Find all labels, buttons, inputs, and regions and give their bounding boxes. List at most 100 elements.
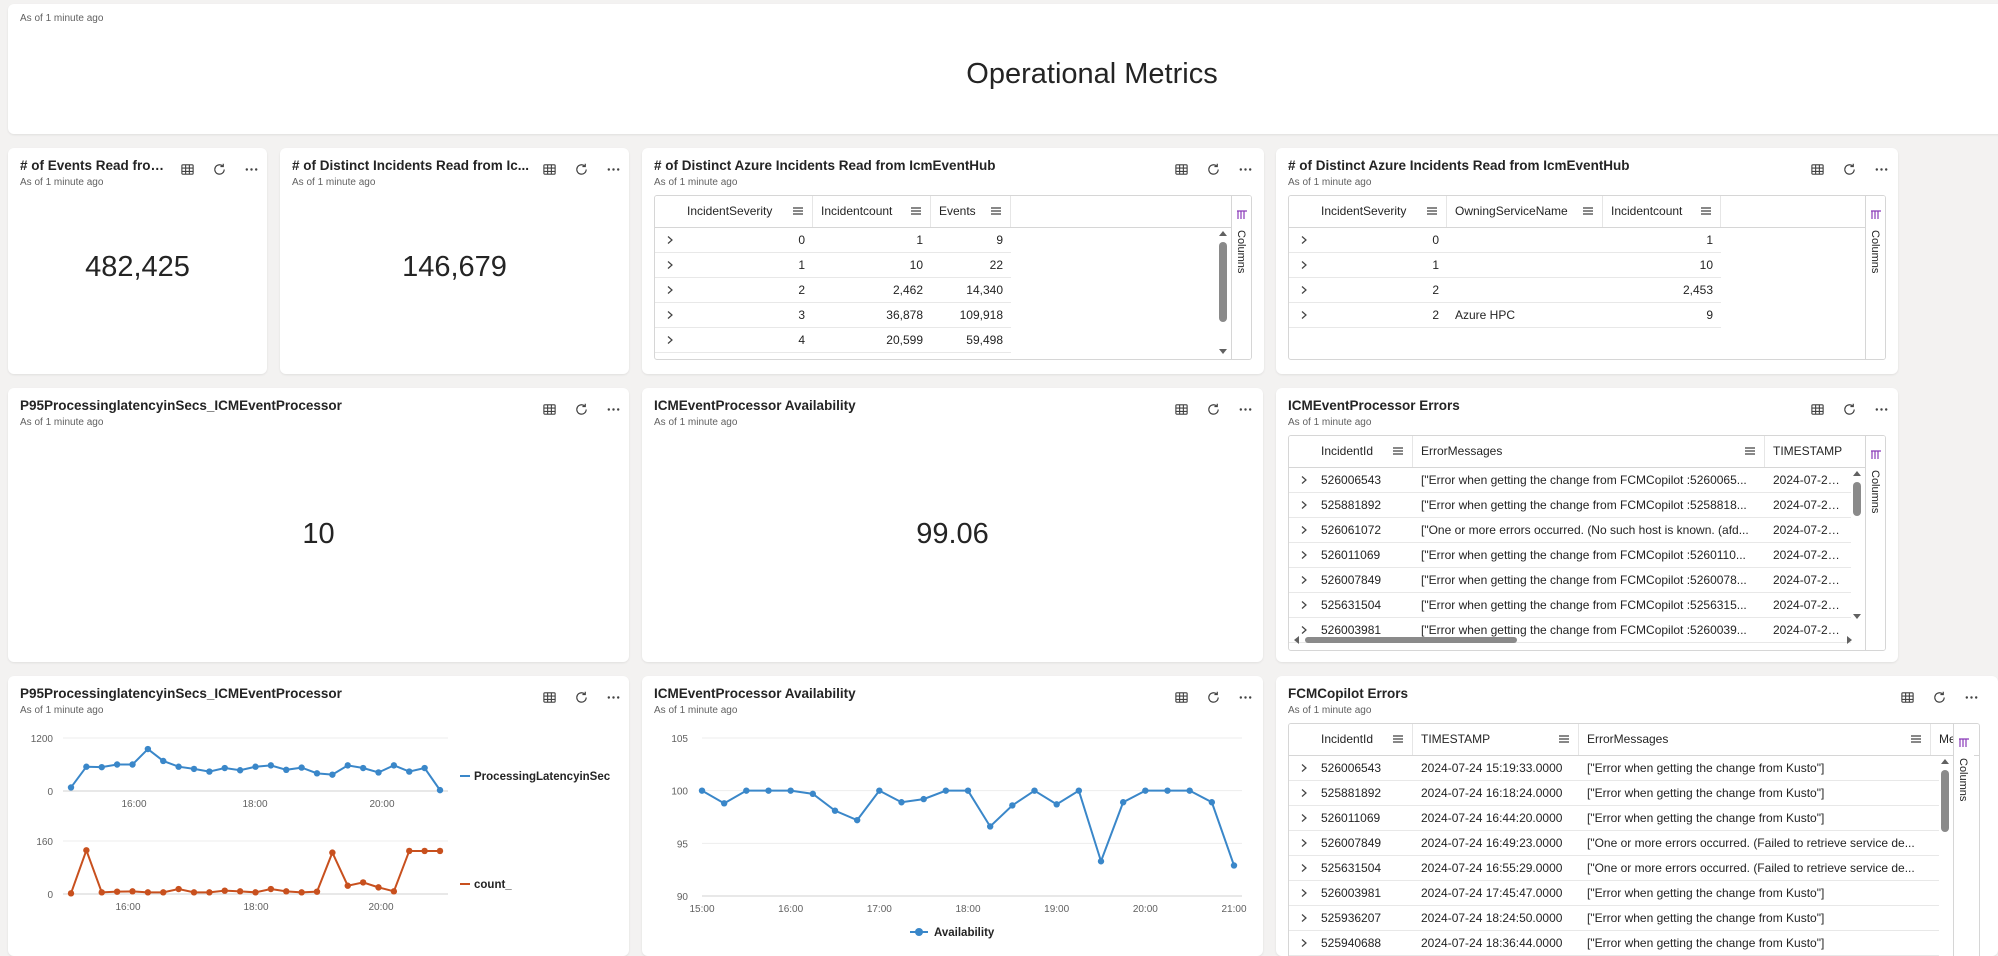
table-row[interactable]: 526007849 2024-07-24 16:49:23.0000 ["One o… (1289, 831, 1939, 856)
expand-row-icon[interactable] (1299, 938, 1309, 948)
expand-row-icon[interactable] (1299, 475, 1309, 485)
column-menu-icon[interactable] (910, 205, 922, 217)
columns-panel-toggle[interactable]: Columns (1865, 436, 1885, 650)
column-menu-icon[interactable] (1910, 733, 1922, 745)
column-header[interactable]: Incidentcount (813, 196, 931, 227)
column-menu-icon[interactable] (1558, 733, 1570, 745)
expand-row-icon[interactable] (1299, 235, 1309, 245)
expand-row-icon[interactable] (665, 310, 675, 320)
expand-row-icon[interactable] (1299, 838, 1309, 848)
table-view-icon[interactable] (1808, 160, 1826, 178)
refresh-icon[interactable] (572, 160, 590, 178)
column-menu-icon[interactable] (1392, 733, 1404, 745)
expand-row-icon[interactable] (1299, 550, 1309, 560)
table-row[interactable]: 526006543 ["Error when getting the change… (1289, 468, 1851, 493)
expand-row-icon[interactable] (1299, 600, 1309, 610)
more-options-icon[interactable] (604, 400, 622, 418)
expand-row-icon[interactable] (1299, 575, 1309, 585)
table-row[interactable]: 1 10 (1289, 253, 1721, 278)
more-options-icon[interactable] (604, 160, 622, 178)
more-options-icon[interactable] (1872, 400, 1890, 418)
expand-row-icon[interactable] (1299, 888, 1309, 898)
table-row[interactable]: 2 2,462 14,340 (655, 278, 1011, 303)
column-header[interactable]: OwningServiceName (1447, 196, 1603, 227)
column-header[interactable]: TIMESTAMP (1765, 436, 1865, 467)
table-row[interactable]: 526011069 ["Error when getting the change… (1289, 543, 1851, 568)
table-row[interactable]: 525631504 2024-07-24 16:55:29.0000 ["One o… (1289, 856, 1939, 881)
column-menu-icon[interactable] (1700, 205, 1712, 217)
columns-panel-toggle[interactable]: Columns (1953, 724, 1974, 956)
expand-row-icon[interactable] (1299, 310, 1309, 320)
vertical-scrollbar[interactable] (1940, 758, 1950, 883)
more-options-icon[interactable] (1236, 160, 1254, 178)
table-row[interactable]: 3 36,878 109,918 (655, 303, 1011, 328)
refresh-icon[interactable] (1204, 688, 1222, 706)
expand-row-icon[interactable] (665, 260, 675, 270)
table-row[interactable]: 2 2,453 (1289, 278, 1721, 303)
table-view-icon[interactable] (540, 688, 558, 706)
table-row[interactable]: 525881892 ["Error when getting the change… (1289, 493, 1851, 518)
table-row[interactable]: 525881892 2024-07-24 16:18:24.0000 ["Error… (1289, 781, 1939, 806)
column-menu-icon[interactable] (1582, 205, 1594, 217)
more-options-icon[interactable] (242, 160, 260, 178)
column-header[interactable]: ErrorMessages (1413, 436, 1765, 467)
table-row[interactable]: 4 20,599 59,498 (655, 328, 1011, 353)
more-options-icon[interactable] (1236, 400, 1254, 418)
vertical-scrollbar[interactable] (1218, 230, 1228, 355)
table-row[interactable]: 526007849 ["Error when getting the change… (1289, 568, 1851, 593)
column-header[interactable]: Incidentcount (1603, 196, 1721, 227)
expand-row-icon[interactable] (665, 285, 675, 295)
column-header[interactable]: IncidentSeverity (1313, 196, 1447, 227)
column-header[interactable]: IncidentId (1313, 436, 1413, 467)
refresh-icon[interactable] (210, 160, 228, 178)
refresh-icon[interactable] (572, 688, 590, 706)
table-row[interactable]: 1 10 22 (655, 253, 1011, 278)
table-view-icon[interactable] (1172, 400, 1190, 418)
table-row[interactable]: 525936207 2024-07-24 18:24:50.0000 ["Error… (1289, 906, 1939, 931)
columns-panel-toggle[interactable]: Columns (1231, 196, 1251, 359)
column-menu-icon[interactable] (990, 205, 1002, 217)
refresh-icon[interactable] (1930, 688, 1948, 706)
column-header[interactable]: IncidentSeverity (679, 196, 813, 227)
refresh-icon[interactable] (1204, 400, 1222, 418)
table-view-icon[interactable] (1808, 400, 1826, 418)
refresh-icon[interactable] (572, 400, 590, 418)
table-view-icon[interactable] (540, 400, 558, 418)
table-view-icon[interactable] (178, 160, 196, 178)
expand-row-icon[interactable] (1299, 863, 1309, 873)
table-view-icon[interactable] (1172, 160, 1190, 178)
table-view-icon[interactable] (1172, 688, 1190, 706)
table-row[interactable]: 526003981 2024-07-24 17:45:47.0000 ["Error… (1289, 881, 1939, 906)
table-row[interactable]: 525631504 ["Error when getting the change… (1289, 593, 1851, 618)
refresh-icon[interactable] (1204, 160, 1222, 178)
column-menu-icon[interactable] (792, 205, 804, 217)
column-menu-icon[interactable] (1392, 445, 1404, 457)
expand-row-icon[interactable] (1299, 525, 1309, 535)
more-options-icon[interactable] (1962, 688, 1980, 706)
expand-row-icon[interactable] (1299, 788, 1309, 798)
refresh-icon[interactable] (1840, 160, 1858, 178)
columns-panel-toggle[interactable]: Columns (1865, 196, 1885, 359)
table-view-icon[interactable] (1898, 688, 1916, 706)
vertical-scrollbar[interactable] (1852, 470, 1862, 620)
expand-row-icon[interactable] (1299, 500, 1309, 510)
column-menu-icon[interactable] (1744, 445, 1756, 457)
table-row[interactable]: 0 1 9 (655, 228, 1011, 253)
table-row[interactable]: 526006543 2024-07-24 15:19:33.0000 ["Error… (1289, 756, 1939, 781)
column-menu-icon[interactable] (1426, 205, 1438, 217)
table-row[interactable]: 01 (1289, 228, 1721, 253)
refresh-icon[interactable] (1840, 400, 1858, 418)
expand-row-icon[interactable] (665, 235, 675, 245)
more-options-icon[interactable] (604, 688, 622, 706)
expand-row-icon[interactable] (1299, 913, 1309, 923)
table-row[interactable]: 526011069 2024-07-24 16:44:20.0000 ["Error… (1289, 806, 1939, 831)
column-header[interactable]: ErrorMessages (1579, 724, 1931, 755)
more-options-icon[interactable] (1872, 160, 1890, 178)
column-header[interactable]: Events (931, 196, 1011, 227)
expand-row-icon[interactable] (1299, 813, 1309, 823)
column-header[interactable]: TIMESTAMP (1413, 724, 1579, 755)
table-row[interactable]: 2 Azure HPC 9 (1289, 303, 1721, 328)
expand-row-icon[interactable] (1299, 260, 1309, 270)
table-view-icon[interactable] (540, 160, 558, 178)
column-header[interactable]: IncidentId (1313, 724, 1413, 755)
